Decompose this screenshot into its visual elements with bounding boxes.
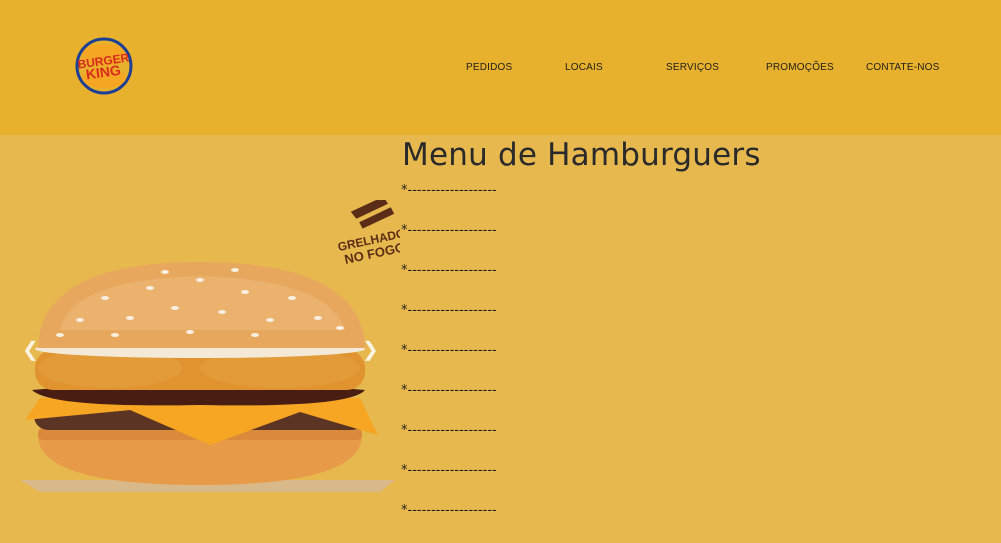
menu-item: *------------------- <box>401 263 497 278</box>
grelhado-badge: GRELHADO NO FOGO <box>336 200 400 267</box>
nav-item-promocoes[interactable]: PROMOÇÕES <box>766 62 834 73</box>
nav-item-contate-nos[interactable]: CONTATE-NOS <box>866 62 940 73</box>
menu-item: *------------------- <box>401 383 497 398</box>
menu-item: *------------------- <box>401 423 497 438</box>
nav-item-pedidos[interactable]: PEDIDOS <box>466 62 512 73</box>
header: BURGER KING PEDIDOS LOCAIS SERVIÇOS PROM… <box>0 0 1001 135</box>
burger-image: GRELHADO NO FOGO <box>20 200 400 492</box>
chevron-right-icon[interactable]: ❯ <box>362 340 379 360</box>
menu-item: *------------------- <box>401 183 497 198</box>
nav-item-servicos[interactable]: SERVIÇOS <box>666 62 719 73</box>
burger-menu-list: *------------------- *------------------… <box>401 183 497 543</box>
menu-item: *------------------- <box>401 343 497 358</box>
main-nav: PEDIDOS LOCAIS SERVIÇOS PROMOÇÕES CONTAT… <box>0 62 1001 76</box>
page-title: Menu de Hamburguers <box>402 137 761 173</box>
chevron-left-icon[interactable]: ❮ <box>22 340 39 360</box>
nav-item-locais[interactable]: LOCAIS <box>565 62 603 73</box>
menu-item: *------------------- <box>401 463 497 478</box>
menu-item: *------------------- <box>401 223 497 238</box>
burger-carousel: GRELHADO NO FOGO ❮ ❯ <box>0 200 400 500</box>
menu-item: *------------------- <box>401 303 497 318</box>
menu-item: *------------------- <box>401 503 497 518</box>
